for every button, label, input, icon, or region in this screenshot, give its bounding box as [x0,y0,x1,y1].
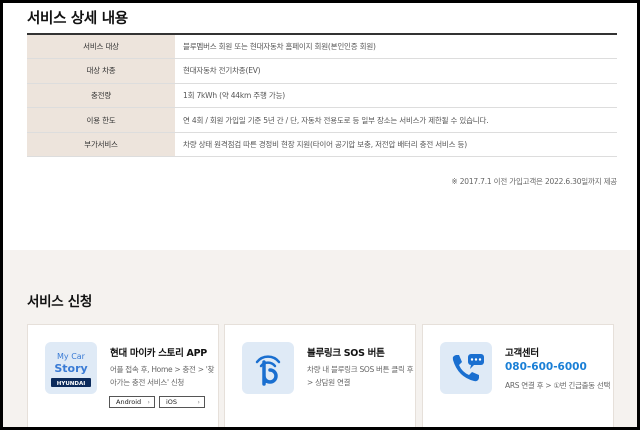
table-row: 충전량 1회 7kWh (약 44km 주행 가능) [27,83,617,109]
row-value: 현대자동차 전기차종(EV) [175,58,617,84]
card-title: 고객센터 [505,348,539,359]
footnote: ※ 2017.7.1 이전 가입고객은 2022.6.30일까지 제공 [451,177,617,186]
row-value: 블루멤버스 회원 또는 현대자동차 홈페이지 회원(본인인증 회원) [175,34,617,60]
customer-center-card: 고객센터 080-600-6000 ARS 연결 후 > ①번 긴급출동 선택 [422,324,614,427]
table-row: 대상 차종 현대자동차 전기차종(EV) [27,58,617,84]
phone-icon [440,342,492,394]
android-button[interactable]: Android › [109,396,155,408]
row-label: 서비스 대상 [27,34,175,60]
row-label: 이용 한도 [27,107,175,133]
mycar-story-app-icon: My Car Story HYUNDAI [45,342,97,394]
chevron-right-icon: › [147,398,150,406]
bluelink-icon [242,342,294,394]
table-row: 부가서비스 차량 상태 원격점검 따른 경정비 현장 지원(타이어 공기압 보충… [27,132,617,158]
icon-text-story: Story [54,362,87,375]
apply-section-title: 서비스 신청 [27,294,92,310]
bluelink-sos-card: 블루링크 SOS 버튼 차량 내 블루링크 SOS 버튼 클릭 후 > 상담원 … [224,324,416,427]
row-label: 부가서비스 [27,132,175,158]
row-label: 대상 차종 [27,58,175,84]
phone-number[interactable]: 080-600-6000 [505,361,587,373]
page: 서비스 상세 내용 서비스 대상 블루멤버스 회원 또는 현대자동차 홈페이지 … [3,3,637,427]
service-detail-table: 서비스 대상 블루멤버스 회원 또는 현대자동차 홈페이지 회원(본인인증 회원… [27,33,617,158]
apply-section: 서비스 신청 My Car Story HYUNDAI 현대 마이카 스토리 A… [3,250,637,427]
card-description: 어플 접속 후, Home > 충전 > '찾아가는 충전 서비스' 신청 [110,365,215,387]
card-description: ARS 연결 후 > ①번 긴급출동 선택 [505,381,611,390]
mycar-story-card: My Car Story HYUNDAI 현대 마이카 스토리 APP 어플 접… [27,324,219,427]
card-title: 현대 마이카 스토리 APP [110,348,207,359]
ios-label: iOS [166,398,178,406]
row-label: 충전량 [27,83,175,109]
row-value: 차량 상태 원격점검 따른 경정비 현장 지원(타이어 공기압 보충, 저전압 … [175,132,617,158]
android-label: Android [116,398,142,406]
table-row: 서비스 대상 블루멤버스 회원 또는 현대자동차 홈페이지 회원(본인인증 회원… [27,34,617,60]
ios-button[interactable]: iOS › [159,396,205,408]
row-value: 연 4회 / 회원 가입일 기준 5년 간 / 단, 자동차 전용도로 등 일부… [175,107,617,133]
chevron-right-icon: › [197,398,200,406]
icon-text-mycar: My Car [57,352,86,361]
card-description: 차량 내 블루링크 SOS 버튼 클릭 후 > 상담원 연결 [307,365,414,387]
card-title: 블루링크 SOS 버튼 [307,348,385,359]
row-value: 1회 7kWh (약 44km 주행 가능) [175,83,617,109]
icon-text-hyundai: HYUNDAI [57,381,86,387]
table-row: 이용 한도 연 4회 / 회원 가입일 기준 5년 간 / 단, 자동차 전용도… [27,107,617,133]
detail-section-title: 서비스 상세 내용 [27,11,128,27]
